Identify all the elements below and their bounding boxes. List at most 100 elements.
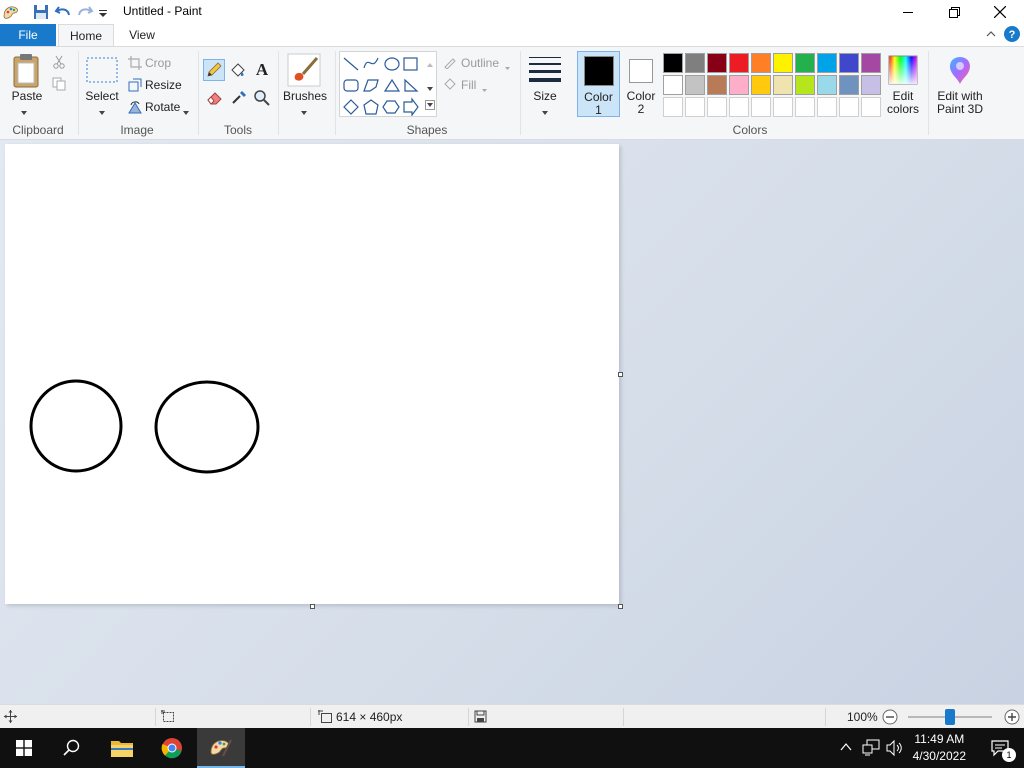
- zoom-slider-thumb[interactable]: [945, 709, 955, 725]
- crop-icon[interactable]: [128, 56, 142, 73]
- minimize-button[interactable]: [885, 0, 931, 24]
- select-dropdown-icon[interactable]: [98, 105, 106, 119]
- edit-colors-icon[interactable]: [888, 55, 918, 88]
- palette-swatch[interactable]: [861, 75, 881, 95]
- palette-swatch[interactable]: [795, 53, 815, 73]
- outline-button[interactable]: Outline: [461, 56, 499, 70]
- outline-dropdown-icon[interactable]: [504, 60, 511, 74]
- rotate-button[interactable]: Rotate: [145, 100, 180, 114]
- pencil-tool-selected[interactable]: [203, 59, 225, 81]
- edit-with-paint3d-button[interactable]: Edit with Paint 3D: [932, 90, 988, 116]
- paint3d-icon[interactable]: [945, 55, 975, 88]
- copy-icon[interactable]: [52, 77, 66, 94]
- resize-handle-right[interactable]: [618, 372, 623, 377]
- taskbar-file-explorer[interactable]: [98, 728, 146, 768]
- text-tool-icon[interactable]: A: [253, 60, 271, 81]
- size-dropdown-icon[interactable]: [541, 105, 549, 119]
- palette-custom-slot[interactable]: [773, 97, 793, 117]
- palette-swatch[interactable]: [861, 53, 881, 73]
- palette-swatch[interactable]: [817, 53, 837, 73]
- fill-button[interactable]: Fill: [461, 78, 476, 92]
- palette-swatch[interactable]: [795, 75, 815, 95]
- edit-colors-button[interactable]: Edit colors: [880, 90, 926, 116]
- color1-button[interactable]: Color 1: [577, 51, 620, 117]
- palette-swatch[interactable]: [663, 75, 683, 95]
- help-icon[interactable]: ?: [1004, 26, 1020, 45]
- start-button[interactable]: [0, 728, 48, 768]
- customize-quick-access-icon[interactable]: [98, 3, 116, 21]
- paste-icon[interactable]: [12, 53, 42, 92]
- color2-button[interactable]: Color 2: [622, 51, 660, 117]
- palette-custom-slot[interactable]: [663, 97, 683, 117]
- volume-icon[interactable]: [886, 739, 904, 760]
- palette-swatch[interactable]: [817, 75, 837, 95]
- drawing-canvas[interactable]: [5, 144, 619, 604]
- size-icon[interactable]: [528, 55, 562, 86]
- palette-custom-slot[interactable]: [839, 97, 859, 117]
- fill-dropdown-icon[interactable]: [481, 82, 488, 96]
- paste-button[interactable]: Paste: [8, 90, 46, 103]
- save-icon[interactable]: [32, 3, 50, 21]
- brushes-dropdown-icon[interactable]: [300, 105, 308, 119]
- taskbar-chrome[interactable]: [148, 728, 196, 768]
- zoom-slider-track[interactable]: [908, 709, 992, 725]
- palette-swatch[interactable]: [729, 75, 749, 95]
- crop-button[interactable]: Crop: [145, 56, 171, 70]
- tab-home[interactable]: Home: [58, 24, 114, 46]
- action-center-button[interactable]: 1: [976, 728, 1024, 768]
- palette-custom-slot[interactable]: [707, 97, 727, 117]
- palette-swatch[interactable]: [773, 75, 793, 95]
- palette-custom-slot[interactable]: [795, 97, 815, 117]
- palette-swatch[interactable]: [685, 53, 705, 73]
- palette-swatch[interactable]: [773, 53, 793, 73]
- redo-icon[interactable]: [76, 3, 94, 21]
- palette-swatch[interactable]: [839, 75, 859, 95]
- fill-bucket-icon[interactable]: [229, 61, 247, 82]
- minimize-ribbon-icon[interactable]: [985, 28, 997, 43]
- palette-custom-slot[interactable]: [751, 97, 771, 117]
- palette-swatch[interactable]: [751, 75, 771, 95]
- close-button[interactable]: [977, 0, 1023, 24]
- resize-button[interactable]: Resize: [145, 78, 182, 92]
- show-hidden-icons-icon[interactable]: [840, 741, 852, 756]
- network-icon[interactable]: [862, 739, 880, 760]
- taskbar-search-button[interactable]: [48, 728, 96, 768]
- tab-file[interactable]: File: [0, 24, 56, 46]
- palette-swatch[interactable]: [839, 53, 859, 73]
- rotate-icon[interactable]: [128, 100, 142, 117]
- palette-swatch[interactable]: [751, 53, 771, 73]
- undo-icon[interactable]: [54, 3, 72, 21]
- resize-handle-corner[interactable]: [618, 604, 623, 609]
- resize-icon[interactable]: [128, 78, 142, 95]
- shapes-scroll-up-icon[interactable]: [426, 57, 434, 71]
- resize-handle-bottom[interactable]: [310, 604, 315, 609]
- zoom-in-button[interactable]: [1004, 709, 1020, 728]
- palette-custom-slot[interactable]: [817, 97, 837, 117]
- shapes-expand-icon[interactable]: [425, 99, 435, 113]
- zoom-out-button[interactable]: [882, 709, 898, 728]
- palette-swatch[interactable]: [707, 75, 727, 95]
- outline-icon[interactable]: [443, 55, 457, 72]
- color-picker-icon[interactable]: [230, 89, 248, 108]
- paint-app-icon[interactable]: [2, 3, 20, 21]
- paste-dropdown-icon[interactable]: [20, 105, 28, 119]
- eraser-icon[interactable]: [206, 89, 224, 108]
- fill-icon[interactable]: [443, 77, 457, 94]
- palette-swatch[interactable]: [663, 53, 683, 73]
- palette-custom-slot[interactable]: [685, 97, 705, 117]
- brushes-icon[interactable]: [287, 53, 321, 90]
- palette-custom-slot[interactable]: [729, 97, 749, 117]
- select-button[interactable]: Select: [82, 90, 122, 103]
- restore-button[interactable]: [931, 0, 977, 24]
- rotate-dropdown-icon[interactable]: [182, 105, 190, 119]
- palette-custom-slot[interactable]: [861, 97, 881, 117]
- taskbar-clock[interactable]: 11:49 AM 4/30/2022: [913, 731, 966, 765]
- cut-icon[interactable]: [52, 55, 66, 72]
- brushes-button[interactable]: Brushes: [280, 90, 330, 103]
- tab-view[interactable]: View: [116, 24, 168, 46]
- magnifier-icon[interactable]: [253, 89, 271, 110]
- palette-swatch[interactable]: [707, 53, 727, 73]
- palette-swatch[interactable]: [685, 75, 705, 95]
- shapes-scroll-down-icon[interactable]: [426, 81, 434, 95]
- select-icon[interactable]: [86, 57, 118, 86]
